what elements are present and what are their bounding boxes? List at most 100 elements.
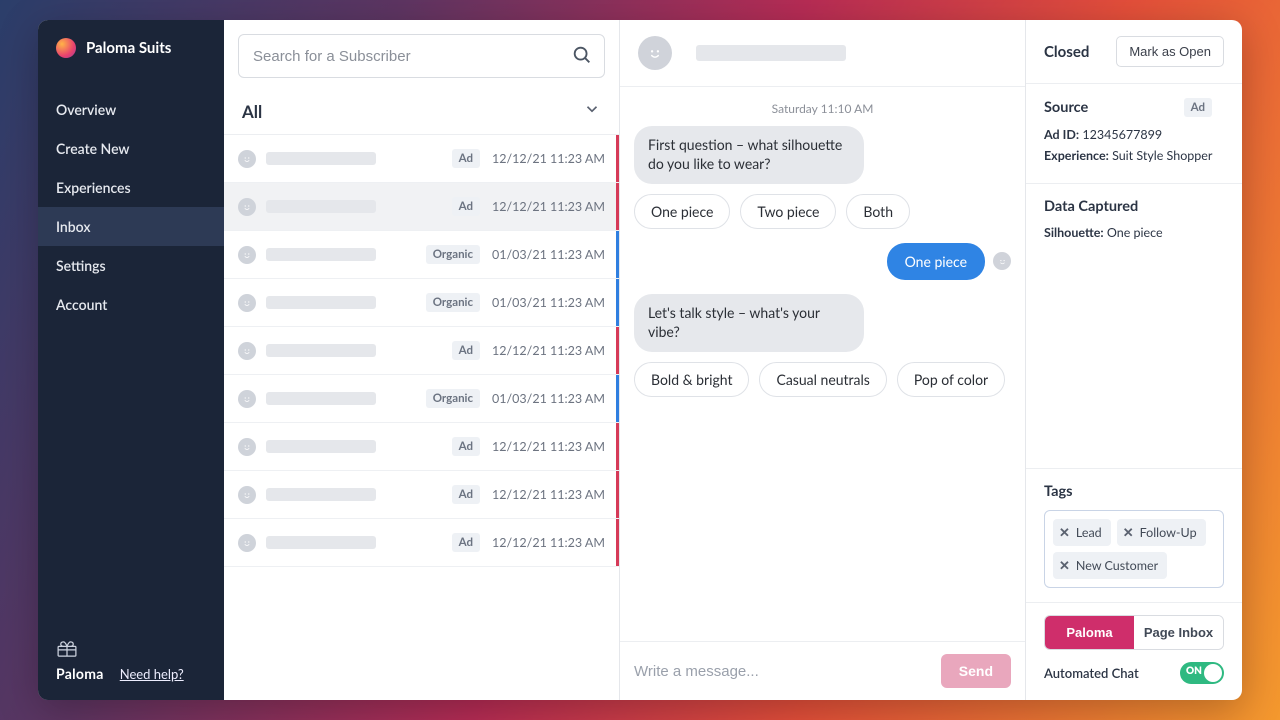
row-stripe [616, 231, 619, 278]
nav-experiences[interactable]: Experiences [38, 168, 224, 207]
inbox-row[interactable]: Ad12/12/21 11:23 AM [224, 135, 619, 183]
seg-paloma[interactable]: Paloma [1045, 616, 1134, 649]
inbox-row[interactable]: Ad12/12/21 11:23 AM [224, 183, 619, 231]
option-one-piece[interactable]: One piece [634, 194, 730, 229]
conversation-body: Saturday 11:10 AM First question – what … [620, 87, 1025, 641]
row-source-badge: Organic [426, 245, 480, 264]
nav-create-new[interactable]: Create New [38, 129, 224, 168]
quick-replies: Bold & bright Casual neutrals Pop of col… [634, 362, 1011, 397]
footer-brand: Paloma [56, 665, 104, 682]
row-stripe [616, 519, 619, 566]
automated-chat-label: Automated Chat [1044, 665, 1139, 681]
conversation: Saturday 11:10 AM First question – what … [620, 20, 1026, 700]
option-bold-bright[interactable]: Bold & bright [634, 362, 749, 397]
row-name-placeholder [266, 392, 376, 405]
inbox-row[interactable]: Ad 12/12/21 11:23 AM [224, 471, 619, 519]
nav-account[interactable]: Account [38, 285, 224, 324]
option-pop-of-color[interactable]: Pop of color [897, 362, 1005, 397]
row-name-placeholder [266, 296, 376, 309]
search-icon [571, 44, 593, 70]
inbox-row[interactable]: Organic 01/03/21 11:23 AM [224, 231, 619, 279]
inbox-row[interactable]: Ad12/12/21 11:23 AM [224, 519, 619, 567]
list-filter[interactable]: All [224, 90, 619, 135]
row-avatar-icon [238, 534, 256, 552]
row-avatar-icon [238, 390, 256, 408]
nav-settings[interactable]: Settings [38, 246, 224, 285]
data-captured-heading: Data Captured [1044, 198, 1224, 215]
inbox-row[interactable]: Organic 01/03/21 11:23 AM [224, 279, 619, 327]
row-source-badge: Ad [452, 149, 480, 168]
brand-logo-icon [56, 38, 76, 58]
subscriber-avatar [638, 36, 672, 70]
send-button[interactable]: Send [941, 654, 1011, 688]
experience-value: Suit Style Shopper [1112, 148, 1212, 163]
remove-tag-icon[interactable]: ✕ [1059, 524, 1070, 541]
row-stripe [616, 135, 619, 182]
inbox-row[interactable]: Organic 01/03/21 11:23 AM [224, 375, 619, 423]
remove-tag-icon[interactable]: ✕ [1059, 557, 1070, 574]
mark-open-button[interactable]: Mark as Open [1116, 36, 1224, 67]
nav-inbox[interactable]: Inbox [38, 207, 224, 246]
row-avatar-icon [238, 294, 256, 312]
row-source-badge: Organic [426, 293, 480, 312]
compose-bar: Send [620, 641, 1025, 700]
row-timestamp: 01/03/21 11:23 AM [492, 247, 605, 262]
tag-follow-up: ✕Follow-Up [1117, 519, 1206, 546]
row-name-placeholder [266, 344, 376, 357]
row-timestamp: 01/03/21 11:23 AM [492, 295, 605, 310]
option-casual-neutrals[interactable]: Casual neutrals [759, 362, 886, 397]
brand-name: Paloma Suits [86, 39, 171, 57]
row-avatar-icon [238, 438, 256, 456]
inbox-list: All Ad12/12/21 11:23 AMAd12/12/21 11:23 … [224, 20, 620, 700]
silhouette-label: Silhouette: [1044, 225, 1104, 240]
inbox-row[interactable]: Ad 12/12/21 11:23 AM [224, 327, 619, 375]
seg-page-inbox[interactable]: Page Inbox [1134, 616, 1223, 649]
row-timestamp: 12/12/21 11:23 AM [492, 439, 605, 454]
row-timestamp: 12/12/21 11:23 AM [492, 487, 605, 502]
row-source-badge: Ad [452, 197, 480, 216]
source-section: Source Ad Ad ID: 12345677899 Experience:… [1026, 84, 1242, 184]
help-link[interactable]: Need help? [120, 666, 184, 682]
source-heading: Source [1044, 99, 1088, 116]
tag-lead: ✕Lead [1053, 519, 1111, 546]
row-source-badge: Ad [452, 341, 480, 360]
row-stripe [616, 183, 619, 230]
nav-overview[interactable]: Overview [38, 90, 224, 129]
tags-box[interactable]: ✕Lead ✕Follow-Up ✕New Customer [1044, 510, 1224, 588]
row-timestamp: 12/12/21 11:23 AM [492, 343, 605, 358]
row-name-placeholder [266, 152, 376, 165]
automated-chat-toggle[interactable]: ON [1180, 662, 1224, 684]
ad-id-value: 12345677899 [1082, 127, 1162, 142]
message-input[interactable] [634, 663, 931, 680]
inbox-row[interactable]: Ad 12/12/21 11:23 AM [224, 423, 619, 471]
subscriber-name-placeholder [696, 45, 846, 61]
conversation-header [620, 20, 1025, 87]
remove-tag-icon[interactable]: ✕ [1123, 524, 1134, 541]
row-avatar-icon [238, 486, 256, 504]
search-input[interactable] [238, 34, 605, 78]
tags-section: Tags ✕Lead ✕Follow-Up ✕New Customer [1026, 469, 1242, 603]
row-avatar-icon [238, 246, 256, 264]
conversation-status: Closed [1044, 43, 1089, 61]
row-name-placeholder [266, 536, 376, 549]
quick-replies: One piece Two piece Both [634, 194, 1011, 229]
details-panel: Closed Mark as Open Source Ad Ad ID: 123… [1026, 20, 1242, 700]
toggle-on-label: ON [1186, 665, 1202, 677]
user-message: One piece [887, 243, 985, 280]
row-name-placeholder [266, 248, 376, 261]
bot-message: Let's talk style – what's your vibe? [634, 294, 864, 352]
inbox-rows: Ad 12/12/21 11:23 AM Ad 12/12/21 11:23 AM Or… [224, 135, 619, 700]
row-avatar-icon [238, 342, 256, 360]
option-both[interactable]: Both [846, 194, 910, 229]
row-timestamp: 01/03/21 11:23 AM [492, 391, 605, 406]
toggle-knob-icon [1204, 664, 1222, 682]
row-name-placeholder [266, 488, 376, 501]
ad-id-label: Ad ID: [1044, 127, 1079, 142]
row-source-badge: Ad [452, 485, 480, 504]
nav: Overview Create New Experiences Inbox Se… [38, 74, 224, 324]
option-two-piece[interactable]: Two piece [740, 194, 836, 229]
row-source-badge: Ad [452, 437, 480, 456]
row-source-badge: Organic [426, 389, 480, 408]
gift-icon [56, 641, 206, 661]
row-stripe [616, 423, 619, 470]
